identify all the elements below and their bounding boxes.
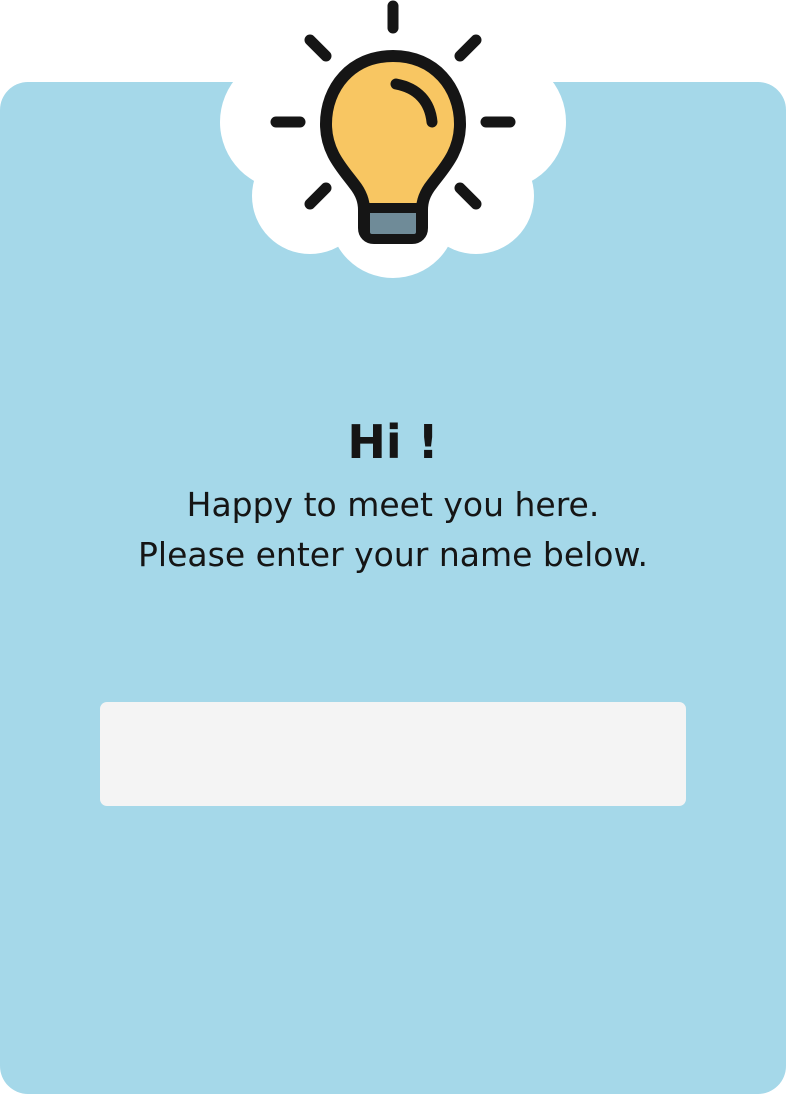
- greeting-title: Hi !: [347, 415, 439, 469]
- name-input[interactable]: [100, 702, 686, 806]
- lightbulb-icon: [220, 0, 566, 278]
- greeting-line-1: Happy to meet you here.: [186, 485, 600, 524]
- greeting-line-2: Please enter your name below.: [138, 535, 648, 574]
- lightbulb-badge: [200, 0, 586, 290]
